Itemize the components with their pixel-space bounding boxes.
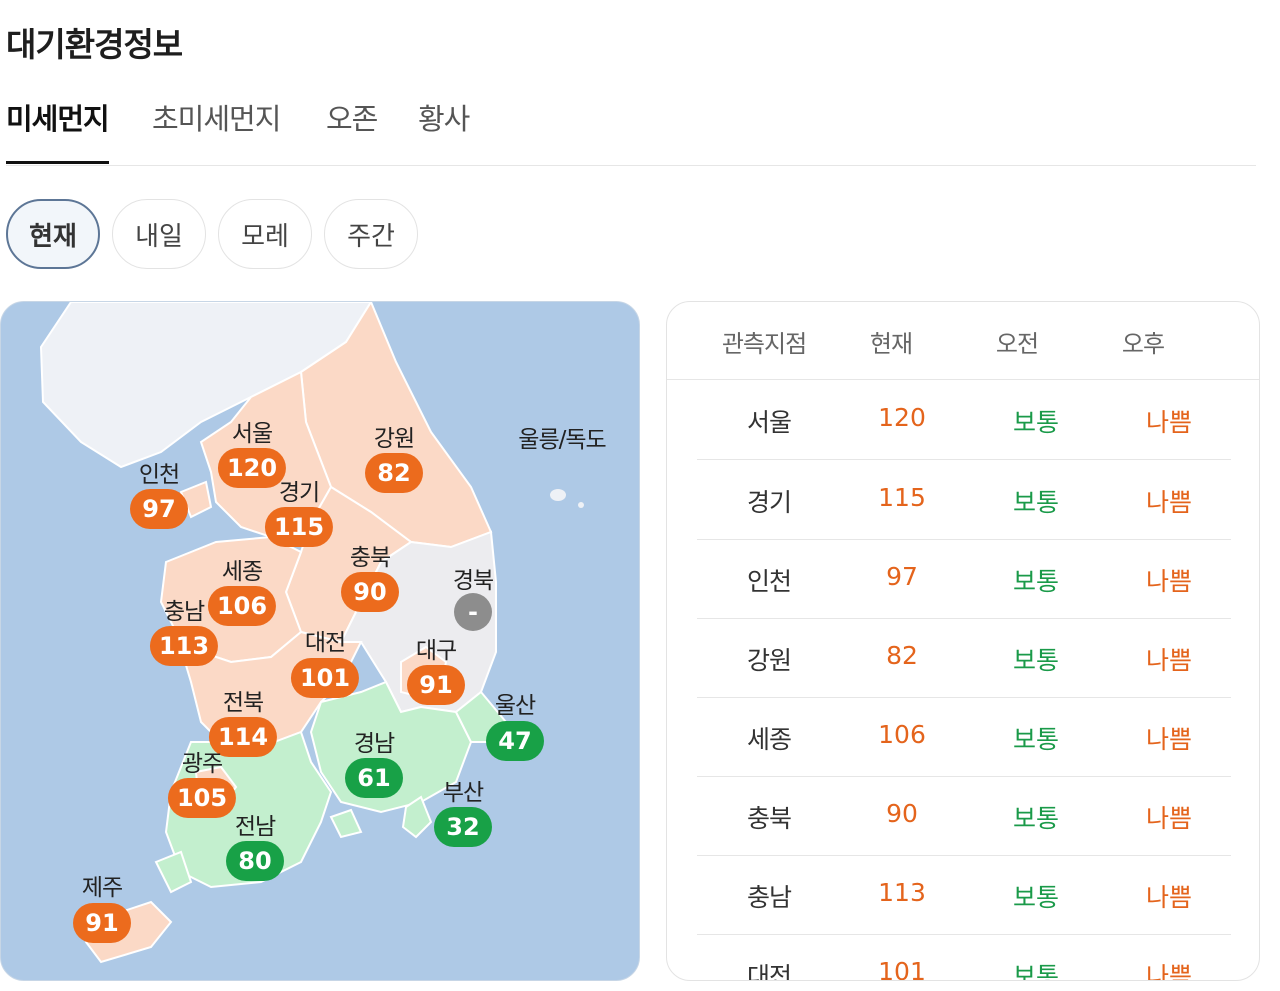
row-now: 101 [878,957,926,981]
row-pm: 나쁨 [1145,962,1193,981]
column-header-am: 오전 [995,330,1039,358]
row-pm: 나쁨 [1145,488,1193,517]
region-map: 서울 120 인천 97 강원 82 경기 115 충북 90 세종 106 충… [0,301,640,981]
region-badge-jeju[interactable]: 91 [73,903,131,943]
row-station: 세종 [746,725,792,754]
region-label-incheon: 인천 [138,462,180,488]
pollutant-tabs: 미세먼지 초미세먼지 오존 황사 [6,96,1256,166]
station-table: 관측지점 현재 오전 오후 서울 120 보통 나쁨 경기 115 보통 나쁨 … [666,301,1260,981]
region-badge-daejeon[interactable]: 101 [290,658,360,698]
region-label-busan: 부산 [442,780,484,806]
region-label-jeju: 제주 [81,875,123,901]
region-badge-gyeongnam[interactable]: 61 [345,758,403,798]
row-am: 보통 [1012,883,1060,912]
column-header-station: 관측지점 [721,330,807,358]
region-label-gyeongnam: 경남 [353,731,395,757]
period-tomorrow-button[interactable]: 내일 [112,199,206,269]
table-row[interactable]: 경기 115 보통 나쁨 [697,461,1231,540]
region-badge-daegu[interactable]: 91 [407,665,465,705]
region-label-seoul: 서울 [231,421,273,447]
region-badge-sejong[interactable]: 106 [207,586,277,626]
region-label-gangwon: 강원 [373,426,415,452]
region-label-gyeonggi: 경기 [278,480,320,506]
row-am: 보통 [1012,804,1060,833]
region-label-ulleung-dokdo: 울릉/독도 [518,427,606,453]
row-pm: 나쁨 [1145,883,1193,912]
row-pm: 나쁨 [1145,804,1193,833]
row-station: 충남 [746,883,792,912]
column-header-pm: 오후 [1121,330,1165,358]
row-pm: 나쁨 [1145,567,1193,596]
table-header: 관측지점 현재 오전 오후 [667,302,1259,380]
row-now: 115 [878,483,926,512]
table-row[interactable]: 서울 120 보통 나쁨 [697,381,1231,460]
row-station: 서울 [746,408,792,437]
region-badge-chungnam[interactable]: 113 [149,626,219,666]
row-am: 보통 [1012,962,1060,981]
region-label-sejong: 세종 [221,559,263,585]
tab-pm25[interactable]: 초미세먼지 [152,96,281,164]
table-row[interactable]: 세종 106 보통 나쁨 [697,698,1231,777]
region-label-daejeon: 대전 [304,630,346,656]
period-now-button[interactable]: 현재 [6,199,100,269]
row-now: 90 [886,799,918,828]
row-pm: 나쁨 [1145,725,1193,754]
region-badge-gangwon[interactable]: 82 [365,453,423,493]
row-now: 113 [878,878,926,907]
row-am: 보통 [1012,725,1060,754]
table-row[interactable]: 강원 82 보통 나쁨 [697,619,1231,698]
row-now: 106 [878,720,926,749]
period-day-after-button[interactable]: 모레 [218,199,312,269]
region-badge-gwangju[interactable]: 105 [167,778,237,818]
region-badge-ulsan[interactable]: 47 [486,721,544,761]
row-station: 강원 [746,646,792,675]
column-header-now: 현재 [869,330,913,358]
table-row[interactable]: 대전 101 보통 나쁨 [697,935,1231,981]
region-label-gwangju: 광주 [181,751,223,777]
row-station: 인천 [746,567,792,596]
region-label-chungbuk: 충북 [349,545,391,571]
region-badge-gyeonggi[interactable]: 115 [264,507,334,547]
period-weekly-button[interactable]: 주간 [324,199,418,269]
region-label-jeonnam: 전남 [234,814,276,840]
tab-yellow-dust[interactable]: 황사 [418,96,470,164]
table-row[interactable]: 충남 113 보통 나쁨 [697,856,1231,935]
row-pm: 나쁨 [1145,408,1193,437]
table-row[interactable]: 인천 97 보통 나쁨 [697,540,1231,619]
row-now: 97 [886,562,918,591]
region-label-chungnam: 충남 [163,599,205,625]
row-pm: 나쁨 [1145,646,1193,675]
region-badge-incheon[interactable]: 97 [130,489,188,529]
row-am: 보통 [1012,408,1060,437]
row-now: 82 [886,641,918,670]
row-station: 충북 [746,804,792,833]
region-badge-chungbuk[interactable]: 90 [341,572,399,612]
region-label-ulsan: 울산 [494,693,536,719]
region-badge-gyeongbuk[interactable]: - [454,593,492,631]
row-station: 대전 [746,962,792,981]
region-label-gyeongbuk: 경북 [452,568,494,594]
tab-pm10[interactable]: 미세먼지 [6,96,110,164]
region-badge-seoul[interactable]: 120 [217,448,287,488]
air-quality-page: 대기환경정보 미세먼지 초미세먼지 오존 황사 현재 내일 모레 주간 서울 1… [0,0,1280,991]
region-badge-jeonnam[interactable]: 80 [226,841,284,881]
row-now: 120 [878,403,926,432]
row-am: 보통 [1012,488,1060,517]
region-badge-busan[interactable]: 32 [434,807,492,847]
row-am: 보통 [1012,567,1060,596]
table-row[interactable]: 충북 90 보통 나쁨 [697,777,1231,856]
region-label-daegu: 대구 [415,638,457,664]
page-title: 대기환경정보 [6,25,183,64]
region-label-jeonbuk: 전북 [222,690,264,716]
row-station: 경기 [746,488,792,517]
row-am: 보통 [1012,646,1060,675]
tab-ozone[interactable]: 오존 [326,96,378,164]
